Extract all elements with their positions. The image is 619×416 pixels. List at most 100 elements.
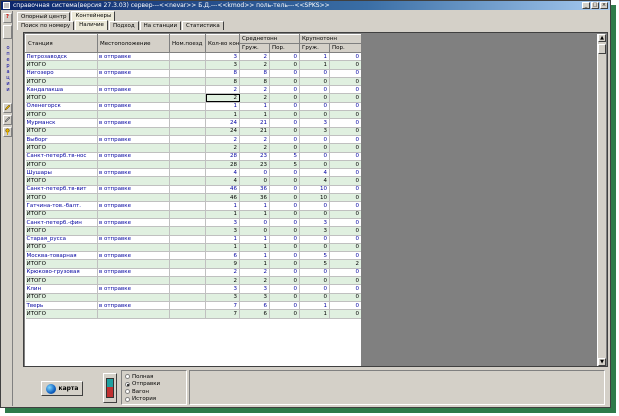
cell-medium-loaded[interactable]: 6 — [239, 309, 270, 319]
cell-medium-empty[interactable]: 0 — [269, 251, 301, 261]
cell-count[interactable]: 7 — [205, 301, 240, 311]
cell-medium-loaded[interactable]: 0 — [239, 176, 270, 186]
cell-train[interactable] — [169, 93, 206, 103]
cell-medium-loaded[interactable]: 2 — [239, 85, 270, 95]
cell-medium-empty[interactable]: 0 — [269, 118, 301, 128]
cell-large-loaded[interactable]: 10 — [299, 185, 331, 195]
cell-large-empty[interactable]: 0 — [329, 268, 361, 278]
cell-count[interactable]: 2 — [205, 143, 240, 153]
cell-medium-empty[interactable]: 0 — [269, 143, 301, 153]
cell-train[interactable] — [169, 127, 206, 136]
cell-large-loaded[interactable]: 4 — [299, 168, 331, 178]
cell-location[interactable]: в отправке — [97, 235, 170, 244]
cell-train[interactable] — [169, 52, 206, 62]
cell-train[interactable] — [169, 143, 206, 153]
operations-button[interactable] — [3, 25, 12, 39]
cell-medium-loaded[interactable]: 8 — [239, 77, 270, 87]
cell-location[interactable] — [97, 276, 170, 286]
total-row[interactable]: ИТОГО 4 0 0 4 0 — [25, 176, 361, 186]
cell-medium-loaded[interactable]: 1 — [239, 201, 270, 211]
cell-location[interactable] — [97, 309, 170, 319]
radio-button-icon[interactable] — [125, 374, 130, 380]
cell-large-loaded[interactable]: 0 — [299, 102, 331, 112]
details-memo[interactable] — [189, 370, 605, 405]
cell-medium-empty[interactable]: 0 — [269, 226, 301, 236]
cell-medium-empty[interactable]: 0 — [269, 110, 301, 120]
cell-train[interactable] — [169, 210, 206, 219]
cell-large-loaded[interactable]: 0 — [299, 135, 331, 145]
cell-medium-empty[interactable]: 0 — [269, 201, 301, 211]
cell-station[interactable]: ИТОГО — [25, 309, 98, 319]
cell-count[interactable]: 1 — [205, 243, 240, 253]
cell-large-empty[interactable]: 0 — [329, 85, 361, 95]
cell-train[interactable] — [169, 226, 206, 236]
cell-train[interactable] — [169, 152, 206, 161]
cell-medium-empty[interactable]: 0 — [269, 259, 301, 269]
cell-large-loaded[interactable]: 0 — [299, 293, 331, 302]
cell-station[interactable]: Тверь — [25, 301, 98, 311]
cell-medium-empty[interactable]: 0 — [269, 276, 301, 286]
maximize-button[interactable]: □ — [591, 2, 599, 9]
total-row[interactable]: ИТОГО 8 8 0 0 0 — [25, 77, 361, 87]
cell-medium-loaded[interactable]: 0 — [239, 168, 270, 178]
cell-station[interactable]: ИТОГО — [25, 210, 98, 219]
cell-large-loaded[interactable]: 3 — [299, 127, 331, 136]
cell-train[interactable] — [169, 268, 206, 278]
cell-count[interactable]: 46 — [205, 185, 240, 195]
cell-large-loaded[interactable]: 0 — [299, 235, 331, 244]
cell-train[interactable] — [169, 193, 206, 203]
cell-station[interactable]: Оленегорск — [25, 102, 98, 112]
cell-medium-empty[interactable]: 0 — [269, 168, 301, 178]
cell-station[interactable]: ИТОГО — [25, 259, 98, 269]
cell-large-loaded[interactable]: 0 — [299, 160, 331, 170]
tab-sub-3[interactable]: На станции — [139, 21, 182, 30]
cell-station[interactable]: Санкт-петерб.-фин — [25, 218, 98, 228]
cell-large-loaded[interactable]: 0 — [299, 143, 331, 153]
table-row[interactable]: Шушары в отправке 4 0 0 4 0 — [25, 168, 361, 178]
cell-station[interactable]: ИТОГО — [25, 77, 98, 87]
cell-count[interactable]: 8 — [205, 77, 240, 87]
cell-station[interactable]: Выборг — [25, 135, 98, 145]
cell-large-loaded[interactable]: 3 — [299, 118, 331, 128]
cell-medium-empty[interactable]: 0 — [269, 85, 301, 95]
total-row[interactable]: ИТОГО 24 21 0 3 0 — [25, 127, 361, 136]
cell-large-empty[interactable]: 0 — [329, 284, 361, 294]
cell-train[interactable] — [169, 243, 206, 253]
cell-station[interactable]: ИТОГО — [25, 276, 98, 286]
table-row[interactable]: Выборг в отправке 2 2 0 0 0 — [25, 135, 361, 145]
cell-medium-empty[interactable]: 0 — [269, 193, 301, 203]
cell-train[interactable] — [169, 118, 206, 128]
cell-station[interactable]: Шушары — [25, 168, 98, 178]
cell-medium-empty[interactable]: 0 — [269, 210, 301, 219]
cell-large-loaded[interactable]: 0 — [299, 69, 331, 78]
cell-count[interactable]: 3 — [205, 293, 240, 302]
cell-location[interactable]: в отправке — [97, 284, 170, 294]
cell-large-empty[interactable]: 0 — [329, 160, 361, 170]
cell-large-empty[interactable]: 0 — [329, 276, 361, 286]
cell-train[interactable] — [169, 284, 206, 294]
cell-large-loaded[interactable]: 0 — [299, 210, 331, 219]
cell-count[interactable]: 9 — [205, 259, 240, 269]
cell-large-loaded[interactable]: 0 — [299, 110, 331, 120]
cell-medium-loaded[interactable]: 2 — [239, 93, 270, 103]
cell-location[interactable] — [97, 77, 170, 87]
cell-train[interactable] — [169, 218, 206, 228]
cell-count[interactable]: 2 — [205, 85, 240, 95]
table-row[interactable]: Гатчина-тов.-балт. в отправке 1 1 0 0 0 — [25, 201, 361, 211]
cell-large-empty[interactable]: 0 — [329, 293, 361, 302]
cell-train[interactable] — [169, 309, 206, 319]
cell-large-loaded[interactable]: 0 — [299, 85, 331, 95]
table-row[interactable]: Старая_русса в отправке 1 1 0 0 0 — [25, 235, 361, 244]
cell-location[interactable] — [97, 210, 170, 219]
cell-station[interactable]: ИТОГО — [25, 93, 98, 103]
cell-medium-loaded[interactable]: 21 — [239, 118, 270, 128]
cell-location[interactable]: в отправке — [97, 152, 170, 161]
cell-location[interactable]: в отправке — [97, 69, 170, 78]
cell-station[interactable]: Крюково-грузовая — [25, 268, 98, 278]
cell-count[interactable]: 8 — [205, 69, 240, 78]
cell-count[interactable]: 28 — [205, 160, 240, 170]
cell-station[interactable]: Москва-товарная — [25, 251, 98, 261]
cell-count[interactable]: 6 — [205, 251, 240, 261]
cell-large-empty[interactable]: 0 — [329, 110, 361, 120]
cell-count[interactable]: 24 — [205, 127, 240, 136]
